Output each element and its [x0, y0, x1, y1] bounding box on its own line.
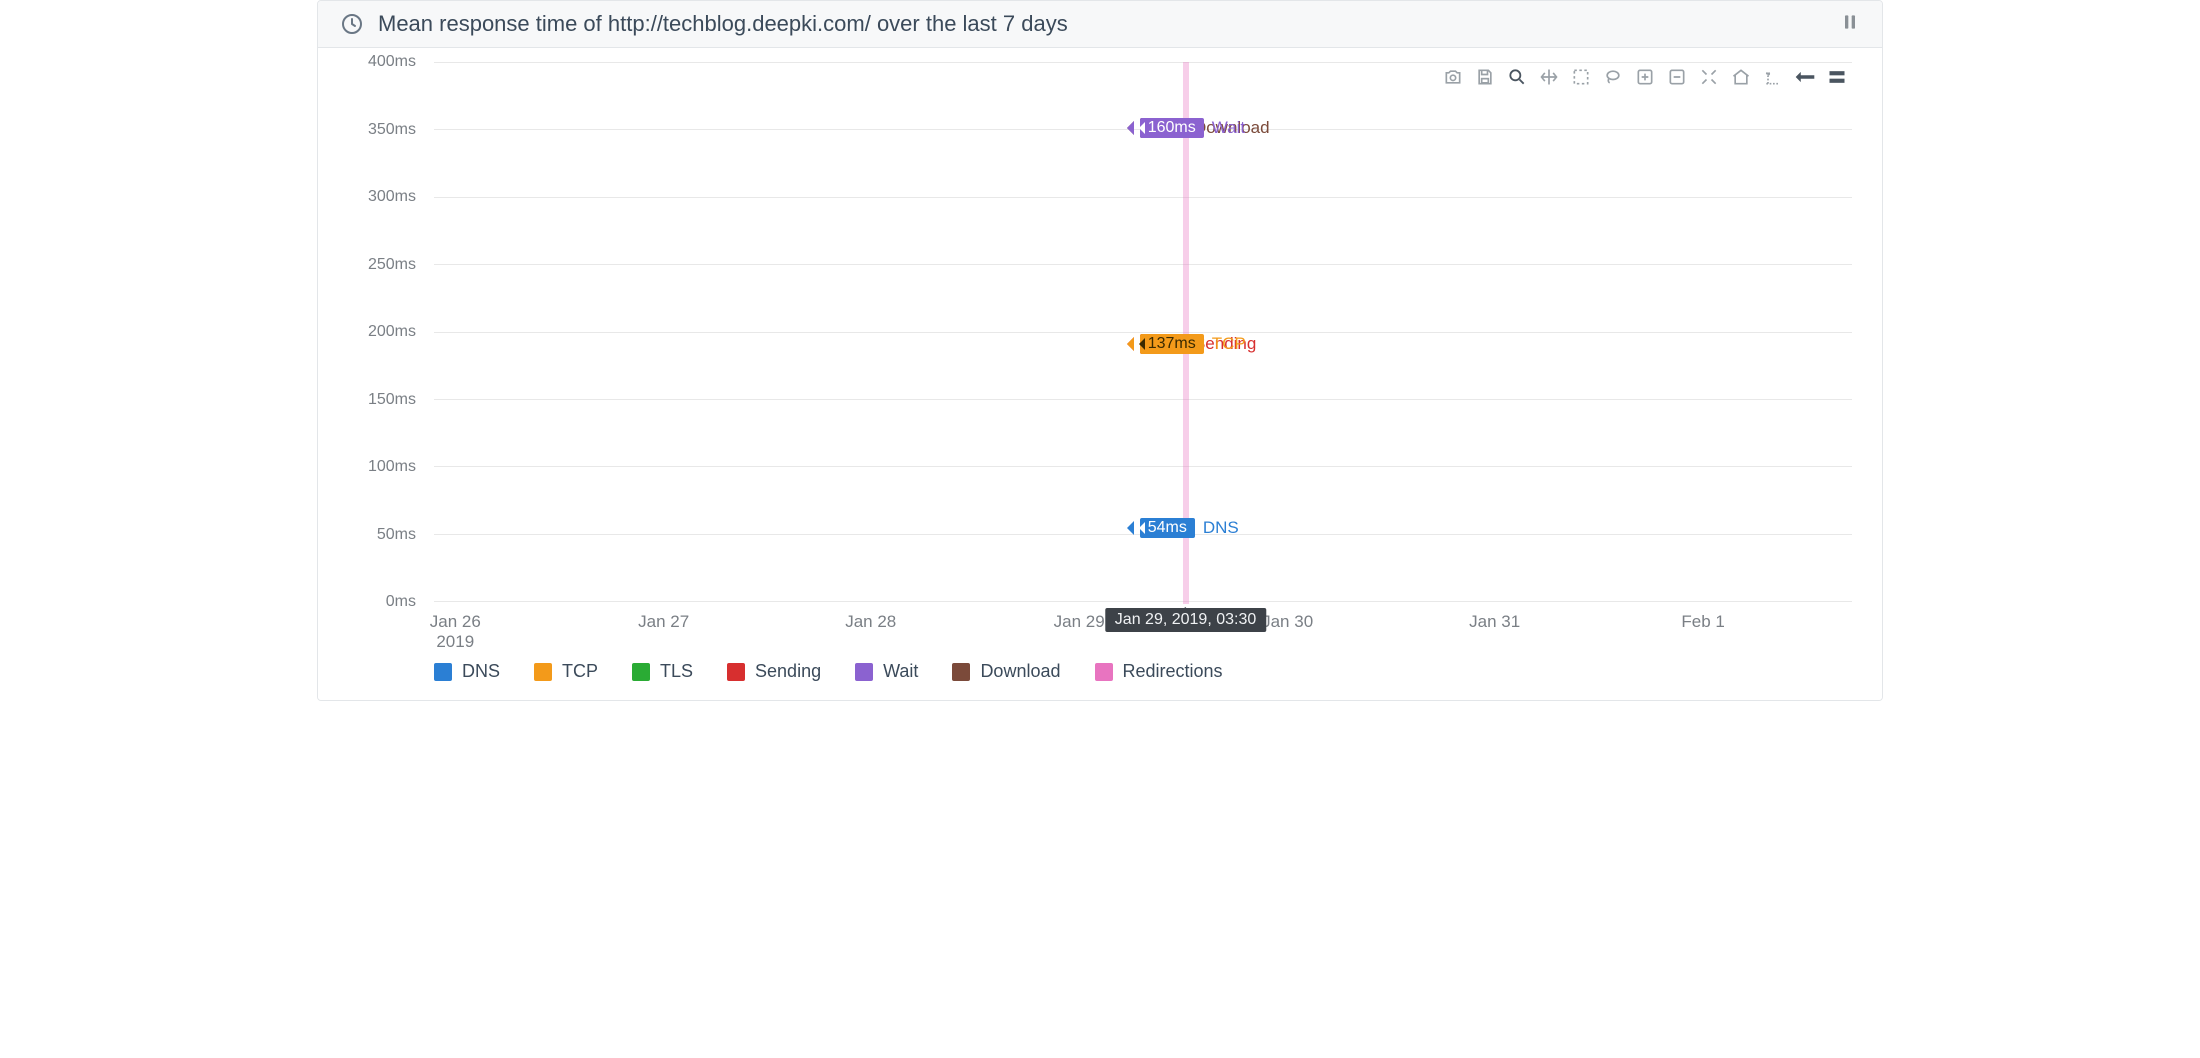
x-tick-label: Jan 262019	[430, 612, 481, 651]
lasso-icon[interactable]	[1602, 66, 1624, 88]
zoom-out-icon[interactable]	[1666, 66, 1688, 88]
legend-item-dns[interactable]: DNS	[434, 661, 500, 682]
plot-area[interactable]: 0msDownload160msWait0msSending137msTCP54…	[434, 62, 1852, 602]
legend-label: TCP	[562, 661, 598, 682]
legend-swatch	[1095, 663, 1113, 681]
legend-swatch	[855, 663, 873, 681]
pan-icon[interactable]	[1538, 66, 1560, 88]
spike-lines-icon[interactable]	[1762, 66, 1784, 88]
hover-closest-icon[interactable]	[1794, 66, 1816, 88]
legend-item-tls[interactable]: TLS	[632, 661, 693, 682]
legend-swatch	[727, 663, 745, 681]
legend-item-wait[interactable]: Wait	[855, 661, 918, 682]
legend-label: Redirections	[1123, 661, 1223, 682]
y-tick-label: 200ms	[368, 323, 416, 341]
legend-label: Wait	[883, 661, 918, 682]
legend-swatch	[952, 663, 970, 681]
clock-icon	[340, 12, 364, 36]
home-icon[interactable]	[1730, 66, 1752, 88]
chart-toolbar	[1442, 66, 1848, 88]
legend-swatch	[534, 663, 552, 681]
y-tick-label: 400ms	[368, 53, 416, 71]
panel-header: Mean response time of http://techblog.de…	[318, 1, 1882, 48]
camera-icon[interactable]	[1442, 66, 1464, 88]
legend-item-tcp[interactable]: TCP	[534, 661, 598, 682]
chart[interactable]: 0ms50ms100ms150ms200ms250ms300ms350ms400…	[338, 62, 1862, 682]
x-tick-label: Jan 27	[638, 612, 689, 632]
legend: DNS TCP TLS Sending Wait Download Redirections	[434, 661, 1852, 682]
pause-icon[interactable]	[1840, 12, 1860, 37]
box-select-icon[interactable]	[1570, 66, 1592, 88]
panel-title: Mean response time of http://techblog.de…	[378, 11, 1068, 37]
save-icon[interactable]	[1474, 66, 1496, 88]
y-tick-label: 250ms	[368, 256, 416, 274]
y-axis: 0ms50ms100ms150ms200ms250ms300ms350ms400…	[338, 62, 422, 602]
y-tick-label: 50ms	[377, 526, 416, 544]
x-tick-label: Jan 30	[1262, 612, 1313, 632]
y-tick-label: 350ms	[368, 121, 416, 139]
autoscale-icon[interactable]	[1698, 66, 1720, 88]
legend-swatch	[434, 663, 452, 681]
zoom-in-icon[interactable]	[1634, 66, 1656, 88]
x-tick-label: Feb 1	[1681, 612, 1724, 632]
legend-item-redir[interactable]: Redirections	[1095, 661, 1223, 682]
bars	[434, 62, 1852, 601]
y-tick-label: 300ms	[368, 188, 416, 206]
legend-label: DNS	[462, 661, 500, 682]
legend-label: Sending	[755, 661, 821, 682]
cursor-time-readout: Jan 29, 2019, 03:30	[1105, 608, 1266, 632]
legend-item-download[interactable]: Download	[952, 661, 1060, 682]
x-tick-label: Jan 29	[1054, 612, 1105, 632]
zoom-icon[interactable]	[1506, 66, 1528, 88]
x-tick-label: Jan 28	[845, 612, 896, 632]
x-tick-label: Jan 31	[1469, 612, 1520, 632]
legend-item-sending[interactable]: Sending	[727, 661, 821, 682]
y-tick-label: 100ms	[368, 458, 416, 476]
panel-body: 0ms 50ms 100ms 150ms 200ms 250ms 300ms 350ms 400…	[318, 48, 1882, 700]
hover-compare-icon[interactable]	[1826, 66, 1848, 88]
y-tick-label: 150ms	[368, 391, 416, 409]
legend-label: TLS	[660, 661, 693, 682]
legend-swatch	[632, 663, 650, 681]
y-tick-label: 0ms	[386, 593, 416, 611]
panel: Mean response time of http://techblog.de…	[317, 0, 1883, 701]
legend-label: Download	[980, 661, 1060, 682]
